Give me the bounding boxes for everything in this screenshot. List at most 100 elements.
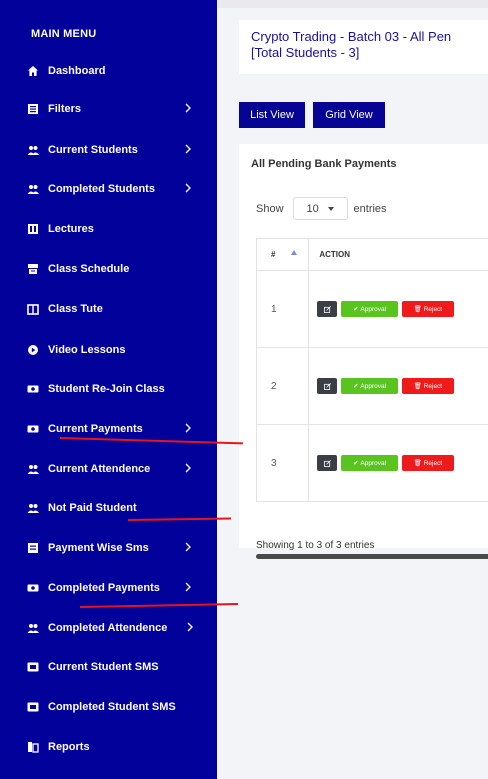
- reject-button[interactable]: 🗑 Reject: [401, 378, 454, 394]
- sidebar-item-completed-students[interactable]: Completed Students: [26, 177, 206, 201]
- grid-view-button[interactable]: Grid View: [313, 102, 385, 128]
- sidebar-item-filters[interactable]: Filters: [26, 97, 206, 121]
- sidebar-item-label: Completed Students: [48, 183, 155, 195]
- users-icon: [26, 462, 40, 476]
- chevron-right-icon: [184, 102, 192, 116]
- reject-button[interactable]: 🗑 Reject: [401, 455, 454, 471]
- sidebar-item-completed-payments[interactable]: Completed Payments: [26, 576, 206, 600]
- sidebar-item-current-payments[interactable]: Current Payments: [26, 417, 206, 441]
- sidebar-item-label: Lectures: [48, 223, 94, 235]
- sidebar-item-label: Completed Student SMS: [48, 701, 176, 713]
- chevron-right-icon: [184, 462, 192, 476]
- edit-icon: [323, 382, 331, 390]
- chevron-right-icon: [186, 621, 194, 635]
- entries-label: entries: [353, 202, 387, 215]
- sidebar-item-label: Dashboard: [48, 65, 106, 77]
- table-row: 2 ✔ Approval 🗑 Reject: [255, 347, 488, 425]
- users-icon: [26, 621, 40, 635]
- sidebar-item-label: Payment Wise Sms: [48, 542, 149, 554]
- home-icon: [26, 64, 40, 78]
- sms-icon: [26, 700, 40, 714]
- sidebar-item-label: Video Lessons: [48, 344, 126, 356]
- column-header-number[interactable]: #: [255, 238, 310, 271]
- edit-button[interactable]: [317, 301, 338, 317]
- page-title-line2: [Total Students - 3]: [251, 45, 360, 60]
- sidebar-item-current-attendence[interactable]: Current Attendence: [26, 457, 206, 481]
- sidebar-item-current-student-sms[interactable]: Current Student SMS: [26, 655, 206, 679]
- sidebar-item-label: Current Students: [48, 144, 138, 156]
- sidebar-item-label: Current Attendence: [48, 463, 151, 475]
- sidebar-item-label: Completed Payments: [48, 582, 160, 594]
- edit-button[interactable]: [317, 455, 338, 471]
- sidebar-item-label: Completed Attendence: [48, 622, 168, 634]
- page-title: Crypto Trading - Batch 03 - All Pen [Tot…: [251, 29, 488, 61]
- table-row: 1 ✔ Approval 🗑 Reject: [255, 270, 488, 348]
- sidebar-item-label: Current Payments: [48, 423, 143, 435]
- sidebar-item-label: Class Schedule: [48, 263, 130, 275]
- card-title: All Pending Bank Payments: [251, 158, 397, 170]
- sidebar-item-completed-student-sms[interactable]: Completed Student SMS: [26, 695, 206, 719]
- entries-select[interactable]: 10: [292, 197, 348, 220]
- row-actions: ✔ Approval 🗑 Reject: [308, 347, 488, 425]
- approval-button[interactable]: ✔ Approval: [341, 301, 399, 317]
- sidebar-item-video-lessons[interactable]: Video Lessons: [26, 338, 206, 362]
- edit-button[interactable]: [317, 378, 338, 394]
- sidebar-item-dashboard[interactable]: Dashboard: [26, 59, 206, 83]
- edit-icon: [323, 305, 331, 313]
- column-header-action[interactable]: ACTION: [308, 238, 488, 271]
- payments-card: All Pending Bank Payments Show 10 entrie…: [239, 144, 488, 559]
- sidebar-item-not-paid-student[interactable]: Not Paid Student: [26, 496, 206, 520]
- chevron-right-icon: [184, 143, 192, 157]
- check-icon: ✔: [353, 460, 361, 467]
- sidebar-item-class-schedule[interactable]: Class Schedule: [26, 257, 206, 281]
- sidebar-item-label: Not Paid Student: [48, 502, 137, 514]
- users-icon: [26, 501, 40, 515]
- schedule-icon: [26, 262, 40, 276]
- row-actions: ✔ Approval 🗑 Reject: [308, 270, 488, 348]
- menu-title: MAIN MENU: [31, 28, 97, 40]
- row-number: 3: [255, 424, 310, 502]
- money-icon: [26, 422, 40, 436]
- sidebar-item-label: Current Student SMS: [48, 661, 159, 673]
- play-icon: [26, 343, 40, 357]
- row-actions: ✔ Approval 🗑 Reject: [308, 424, 488, 502]
- list-icon: [26, 102, 40, 116]
- row-number: 1: [255, 270, 310, 348]
- page-title-line1: Crypto Trading - Batch 03 - All Pen: [251, 29, 452, 44]
- reject-button[interactable]: 🗑 Reject: [401, 301, 454, 317]
- payments-table: # ACTION 1 ✔ Approval 🗑 Reject 2 ✔ Appro…: [255, 238, 488, 502]
- list-view-button[interactable]: List View: [239, 102, 305, 128]
- sidebar-item-current-students[interactable]: Current Students: [26, 138, 206, 162]
- book-icon: [26, 302, 40, 316]
- table-row: 3 ✔ Approval 🗑 Reject: [255, 424, 488, 502]
- sidebar-item-completed-attendence[interactable]: Completed Attendence: [26, 616, 206, 640]
- sidebar-item-label: Class Tute: [48, 303, 103, 315]
- message-icon: [26, 541, 40, 555]
- check-icon: ✔: [353, 383, 361, 390]
- top-strip: [217, 0, 488, 8]
- sidebar-item-lectures[interactable]: Lectures: [26, 217, 206, 241]
- sms-icon: [26, 660, 40, 674]
- sidebar-item-reports[interactable]: Reports: [26, 735, 206, 759]
- edit-icon: [323, 459, 331, 467]
- users-icon: [26, 143, 40, 157]
- row-number: 2: [255, 347, 310, 425]
- chevron-right-icon: [184, 541, 192, 555]
- sidebar-item-student-rejoin-class[interactable]: Student Re-Join Class: [26, 377, 206, 401]
- sidebar-item-payment-wise-sms[interactable]: Payment Wise Sms: [26, 536, 206, 560]
- sidebar-item-class-tute[interactable]: Class Tute: [26, 297, 206, 321]
- chevron-right-icon: [184, 182, 192, 196]
- horizontal-scrollbar[interactable]: [256, 554, 488, 559]
- approval-button[interactable]: ✔ Approval: [341, 378, 399, 394]
- sort-asc-icon: [291, 250, 297, 255]
- sidebar-item-label: Reports: [48, 741, 90, 753]
- sidebar-item-label: Student Re-Join Class: [48, 383, 165, 395]
- approval-button[interactable]: ✔ Approval: [341, 455, 399, 471]
- table-info: Showing 1 to 3 of 3 entries: [256, 540, 375, 551]
- show-label: Show: [256, 202, 284, 215]
- trash-icon: 🗑: [413, 460, 424, 467]
- chevron-right-icon: [184, 422, 192, 436]
- reports-icon: [26, 740, 40, 754]
- trash-icon: 🗑: [413, 306, 424, 313]
- users-icon: [26, 182, 40, 196]
